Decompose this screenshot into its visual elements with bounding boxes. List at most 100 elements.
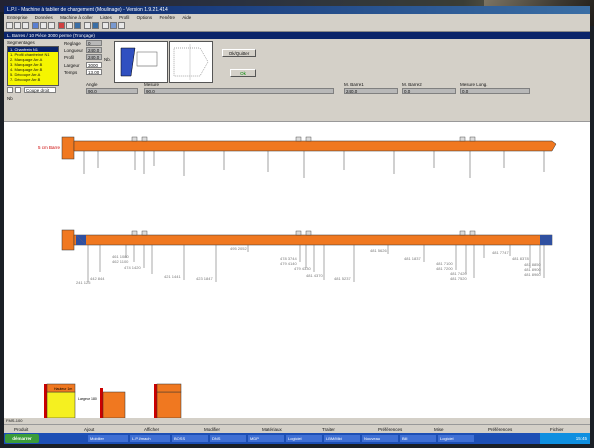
taskbar-item[interactable]: L.P.I/mach xyxy=(130,435,170,442)
taskbar-item[interactable]: LBM/Mkt xyxy=(324,435,360,442)
mesure-field[interactable]: 90.0 xyxy=(144,88,334,94)
nb-label: Nb xyxy=(7,96,13,101)
box-1-sub: Largeur 180 xyxy=(78,397,97,401)
print-icon[interactable] xyxy=(32,22,39,29)
document-titlebar: L. Barres / 10 Pièce 3000 perme (Tronçag… xyxy=(4,32,590,39)
bottom-bar-right-cap xyxy=(540,235,552,245)
profile-diagram xyxy=(114,41,168,83)
zoom-icon[interactable] xyxy=(66,22,73,29)
parameters-panel: Segmentages 1. Chanfrein N1 1. Profil ch… xyxy=(4,39,590,122)
pallet-box-1[interactable]: Hauteur 1m Largeur 180 xyxy=(44,383,97,418)
bottom-bar-measure-labels: 241 125 442 844 461 1080 462 1100 474 14… xyxy=(76,246,541,285)
top-bar-cut-marks xyxy=(83,151,545,178)
reglage-label: Reglage xyxy=(64,41,81,46)
measure-label: 474 1420 xyxy=(124,265,141,270)
cut-diagram xyxy=(169,41,213,83)
new-file-icon[interactable] xyxy=(6,22,13,29)
clock: 15:45 xyxy=(575,436,587,441)
view-icon[interactable] xyxy=(110,22,117,29)
menu-item-options[interactable]: Options xyxy=(137,15,153,20)
mesure-label: Mesure xyxy=(144,82,160,87)
pallet-box-3[interactable] xyxy=(154,383,182,418)
menu-item-entreprise[interactable]: Entreprise xyxy=(7,15,28,20)
taskbar-item[interactable]: Bill xyxy=(400,435,436,442)
menu-item-listes[interactable]: Listes xyxy=(100,15,112,20)
longueur-field[interactable]: 240.0 xyxy=(86,47,102,53)
copy-icon[interactable] xyxy=(48,22,55,29)
save-icon[interactable] xyxy=(22,22,29,29)
grid-icon[interactable] xyxy=(74,22,81,29)
segment-list[interactable]: 1. Chanfrein N1 1. Profil chanfreiné N1 … xyxy=(7,46,59,86)
measure-icon[interactable] xyxy=(84,22,91,29)
menu-item-donnees[interactable]: Données xyxy=(35,15,53,20)
measure-label: 479 4330 xyxy=(294,266,311,271)
m-barre1-field[interactable]: 240.0 xyxy=(344,88,398,94)
start-button[interactable]: démarrer xyxy=(5,434,39,443)
taskbar-item[interactable]: MDP xyxy=(248,435,284,442)
windows-taskbar: démarrer Mobilier L.P.I/mach BOSS DNS MD… xyxy=(4,433,590,444)
largeur-field[interactable]: 3000 xyxy=(86,62,102,68)
bottom-bar-clamps xyxy=(131,230,476,236)
bar-drawing: 5 cm Barre 241 125 442 844 461 1080 462 … xyxy=(38,136,557,418)
pallet-box-2[interactable] xyxy=(100,388,126,418)
measure-label: 423 1847 xyxy=(196,276,213,281)
taskbar-item[interactable]: Logiciel xyxy=(286,435,322,442)
mesure-long-field[interactable]: 0.0 xyxy=(460,88,530,94)
box-1-label: Hauteur 1m xyxy=(54,387,72,391)
top-bar-clamps xyxy=(131,136,476,142)
status-text: FMS-100 xyxy=(6,418,23,423)
measure-label: 481 5237 xyxy=(334,276,351,281)
profile-diagram-svg xyxy=(120,47,158,77)
stop-icon[interactable] xyxy=(58,22,65,29)
nav-right-button[interactable] xyxy=(15,87,21,93)
measure-label: 481 7747 xyxy=(492,250,509,255)
profil-field[interactable]: 240.0 xyxy=(86,54,102,60)
cut-diagram-svg xyxy=(173,44,209,80)
measure-label: 241 125 xyxy=(76,280,91,285)
open-folder-icon[interactable] xyxy=(14,22,21,29)
bottom-bar[interactable] xyxy=(73,234,553,246)
m-barre2-field[interactable]: 0.0 xyxy=(402,88,456,94)
menu-item-fenetre[interactable]: Fenêtre xyxy=(159,15,175,20)
arrow-icon[interactable] xyxy=(102,22,109,29)
taskbar-item[interactable]: BOSS xyxy=(172,435,208,442)
app-screen: L.P.I - Machine à tablier de chargement … xyxy=(4,6,590,444)
measure-label: 442 844 xyxy=(90,276,105,281)
measure-label: 495 2052 xyxy=(230,246,247,251)
ok-button[interactable]: Ok xyxy=(230,69,256,77)
segment-list-title: Segmentages xyxy=(7,40,35,45)
nav-left-button[interactable] xyxy=(7,87,13,93)
menu-item-aide[interactable]: Aide xyxy=(182,15,191,20)
drawing-workarea[interactable]: 5 cm Barre 241 125 442 844 461 1080 462 … xyxy=(4,122,590,418)
temps-field[interactable]: 13.00 xyxy=(86,69,102,75)
angle-label: Angle xyxy=(86,82,98,87)
quit-button[interactable]: Ok/Quitter xyxy=(222,49,256,57)
tool-select[interactable]: Coupe droit xyxy=(24,87,56,93)
toolbar xyxy=(4,21,590,32)
cut-icon[interactable] xyxy=(40,22,47,29)
menu-item-profil[interactable]: Profil xyxy=(119,15,129,20)
top-bar-label: 5 cm Barre xyxy=(38,145,61,150)
reglage-field[interactable]: 0 xyxy=(86,40,102,46)
profil-label: Profil xyxy=(64,55,75,60)
window-title: L.P.I - Machine à tablier de chargement … xyxy=(7,7,168,13)
taskbar-item[interactable]: DNS xyxy=(210,435,246,442)
taskbar-item[interactable]: Logiciel xyxy=(438,435,474,442)
top-bar[interactable] xyxy=(73,140,557,152)
measure-label: 481 7520 xyxy=(450,276,467,281)
measure-label: 481 8378 xyxy=(512,256,529,261)
measure-label: 421 1441 xyxy=(164,274,181,279)
menu-item-machine[interactable]: Machine à coller xyxy=(60,15,93,20)
help-icon[interactable] xyxy=(118,22,125,29)
temps-label: Temps xyxy=(64,70,78,75)
settings-icon[interactable] xyxy=(92,22,99,29)
segment-item[interactable]: 7. Découpe Arr.B xyxy=(8,77,58,82)
m-barre2-label: M. Barre2 xyxy=(402,82,422,87)
angle-field[interactable]: 90.0 xyxy=(86,88,138,94)
taskbar-item[interactable]: Mobilier xyxy=(88,435,128,442)
taskbar-item[interactable]: Nouveau xyxy=(362,435,398,442)
largeur-label: Largeur xyxy=(64,63,80,68)
m-barre1-label: M. Barre1 xyxy=(344,82,364,87)
measure-label: 481 5626 xyxy=(370,248,387,253)
bottom-bar-start-block xyxy=(61,229,75,251)
